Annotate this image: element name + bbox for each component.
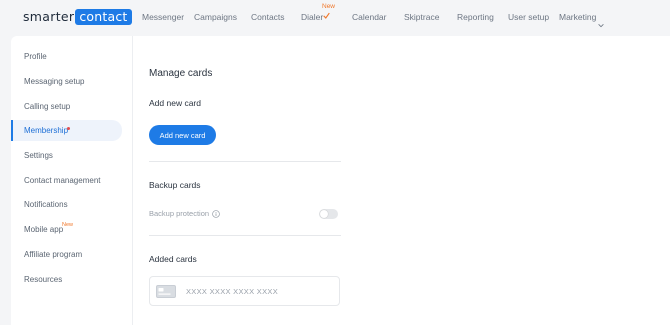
sidebar-item-notifications[interactable]: Notifications <box>11 194 122 215</box>
brand-logo[interactable]: smarter contact <box>23 9 132 25</box>
credit-card-icon <box>156 285 176 303</box>
backup-protection-toggle[interactable] <box>319 209 338 219</box>
settings-sidebar: Profile Messaging setup Calling setup Me… <box>11 36 132 325</box>
dialer-new-badge: New <box>322 3 336 10</box>
brand-logo-text-1: smarter <box>23 9 75 24</box>
sidebar-item-resources[interactable]: Resources <box>11 269 122 290</box>
sidebar-item-messaging-setup[interactable]: Messaging setup <box>11 71 122 92</box>
nav-user-setup[interactable]: User setup <box>508 12 549 22</box>
top-navigation: smarter contact Messenger Campaigns Cont… <box>0 0 670 35</box>
notification-dot <box>67 127 70 130</box>
sidebar-item-membership[interactable]: Membership <box>11 120 122 141</box>
check-icon <box>323 12 330 21</box>
nav-dialer[interactable]: Dialer <box>301 12 323 22</box>
mobile-app-new-badge: New <box>62 222 74 228</box>
divider <box>149 161 341 162</box>
card-number: XXXX XXXX XXXX XXXX <box>186 287 278 296</box>
nav-marketing[interactable]: Marketing <box>559 12 596 22</box>
backup-protection-label: Backup protection <box>149 209 210 218</box>
sidebar-item-contact-management[interactable]: Contact management <box>11 170 122 191</box>
add-new-card-button[interactable]: Add new card <box>149 125 216 145</box>
nav-reporting[interactable]: Reporting <box>457 12 494 22</box>
nav-skiptrace[interactable]: Skiptrace <box>404 12 439 22</box>
saved-card[interactable]: XXXX XXXX XXXX XXXX <box>149 276 340 306</box>
nav-calendar[interactable]: Calendar <box>352 12 387 22</box>
backup-cards-heading: Backup cards <box>149 180 201 190</box>
add-new-card-heading: Add new card <box>149 98 201 108</box>
toggle-knob <box>320 210 328 218</box>
page-title: Manage cards <box>149 68 213 79</box>
sidebar-item-affiliate-program[interactable]: Affiliate program <box>11 244 122 265</box>
added-cards-heading: Added cards <box>149 254 197 264</box>
nav-campaigns[interactable]: Campaigns <box>194 12 237 22</box>
info-icon[interactable] <box>212 209 220 218</box>
brand-logo-text-2: contact <box>75 9 132 25</box>
sidebar-item-calling-setup[interactable]: Calling setup <box>11 96 122 117</box>
sidebar-item-settings[interactable]: Settings <box>11 145 122 166</box>
backup-protection-row: Backup protection <box>149 209 220 218</box>
manage-cards-panel: Manage cards Add new card Add new card B… <box>132 36 670 325</box>
divider <box>149 235 341 236</box>
nav-contacts[interactable]: Contacts <box>251 12 285 22</box>
chevron-down-icon[interactable] <box>598 15 604 33</box>
sidebar-item-profile[interactable]: Profile <box>11 46 122 67</box>
nav-messenger[interactable]: Messenger <box>142 12 184 22</box>
